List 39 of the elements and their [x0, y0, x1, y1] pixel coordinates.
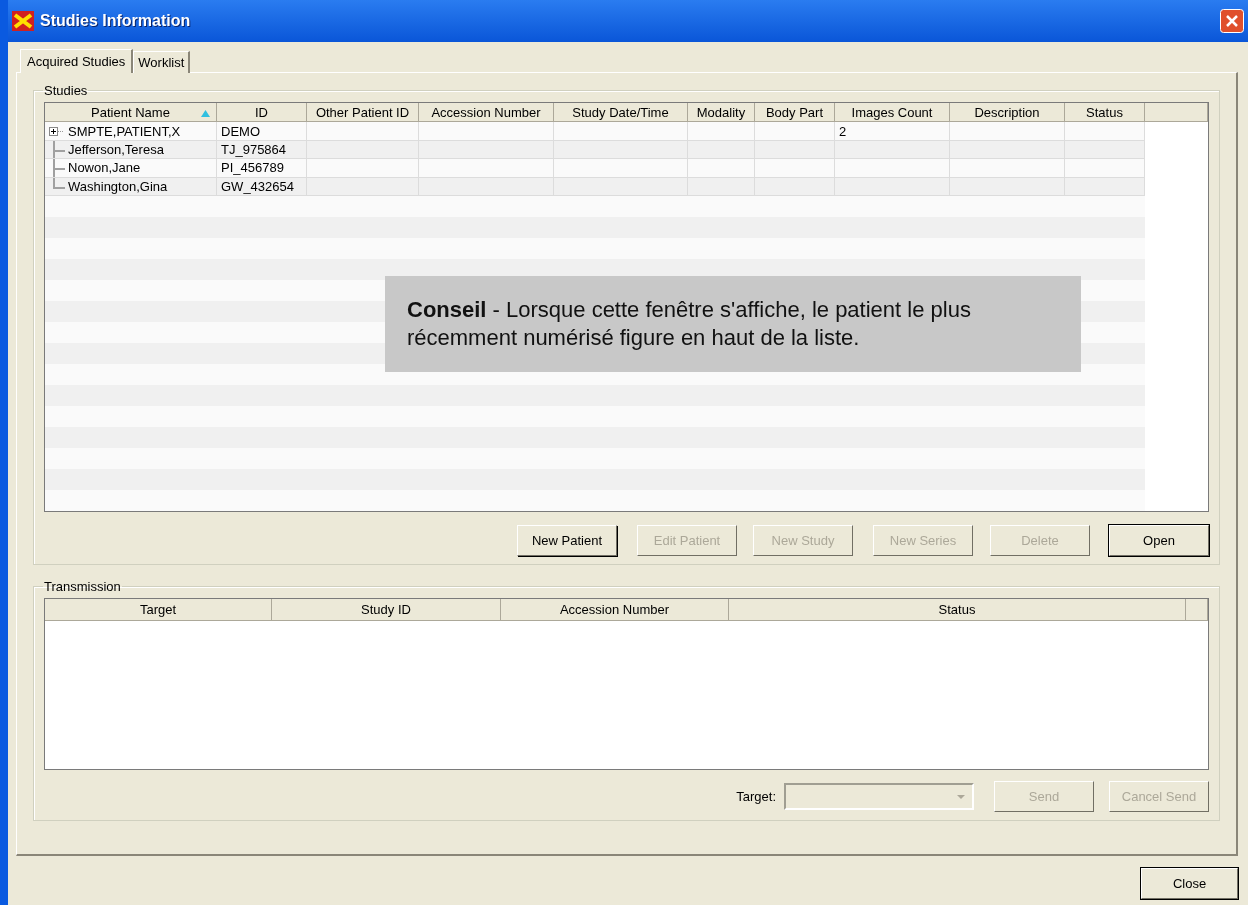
column-header[interactable]: Patient Name	[45, 103, 217, 122]
table-cell: 2	[835, 122, 950, 140]
table-cell: GW_432654	[217, 177, 307, 195]
column-header[interactable]: Study ID	[272, 599, 501, 620]
column-header[interactable]: ID	[217, 103, 307, 122]
column-header[interactable]: Status	[1065, 103, 1145, 122]
column-header[interactable]: Accession Number	[419, 103, 554, 122]
column-header[interactable]: Other Patient ID	[307, 103, 419, 122]
tab[interactable]: Worklist	[133, 51, 191, 73]
table-cell: DEMO	[217, 122, 307, 140]
table-cell: TJ_975864	[217, 140, 307, 159]
column-header[interactable]: Images Count	[835, 103, 950, 122]
column-header[interactable]: Accession Number	[501, 599, 729, 620]
expand-icon[interactable]	[49, 125, 65, 137]
target-dropdown[interactable]	[784, 783, 974, 810]
app-logo-icon	[12, 11, 34, 31]
table-cell: PI_456789	[217, 159, 307, 177]
group-title: Transmission	[43, 579, 122, 594]
close-button[interactable]: Close	[1141, 868, 1238, 899]
action-button[interactable]: New Patient	[517, 525, 617, 556]
table-row[interactable]: SMPTE,PATIENT,X DEMO 2	[45, 122, 1145, 141]
column-header[interactable]: Study Date/Time	[554, 103, 688, 122]
column-header[interactable]: Body Part	[755, 103, 835, 122]
tip-text: Conseil - Lorsque cette fenêtre s'affiche, le patient le plus récemment numérisé figure en haut de la liste.	[385, 276, 1081, 372]
group-title: Studies	[43, 83, 89, 98]
column-header[interactable]: Status	[729, 599, 1186, 620]
table-row[interactable]: Nowon,Jane PI_456789	[45, 159, 1145, 178]
table-cell: Washington,Gina	[45, 177, 217, 195]
action-button[interactable]: Open	[1109, 525, 1209, 556]
tree-line-icon	[53, 140, 65, 159]
close-icon[interactable]	[1220, 9, 1244, 33]
sort-ascending-icon	[201, 110, 210, 117]
column-header[interactable]: Description	[950, 103, 1065, 122]
target-label: Target:	[736, 789, 776, 804]
column-header[interactable]: Modality	[688, 103, 755, 122]
tab[interactable]: Acquired Studies	[20, 49, 134, 73]
window-title: Studies Information	[40, 12, 192, 30]
table-cell: SMPTE,PATIENT,X	[45, 122, 217, 140]
column-header[interactable]: Target	[45, 599, 272, 620]
